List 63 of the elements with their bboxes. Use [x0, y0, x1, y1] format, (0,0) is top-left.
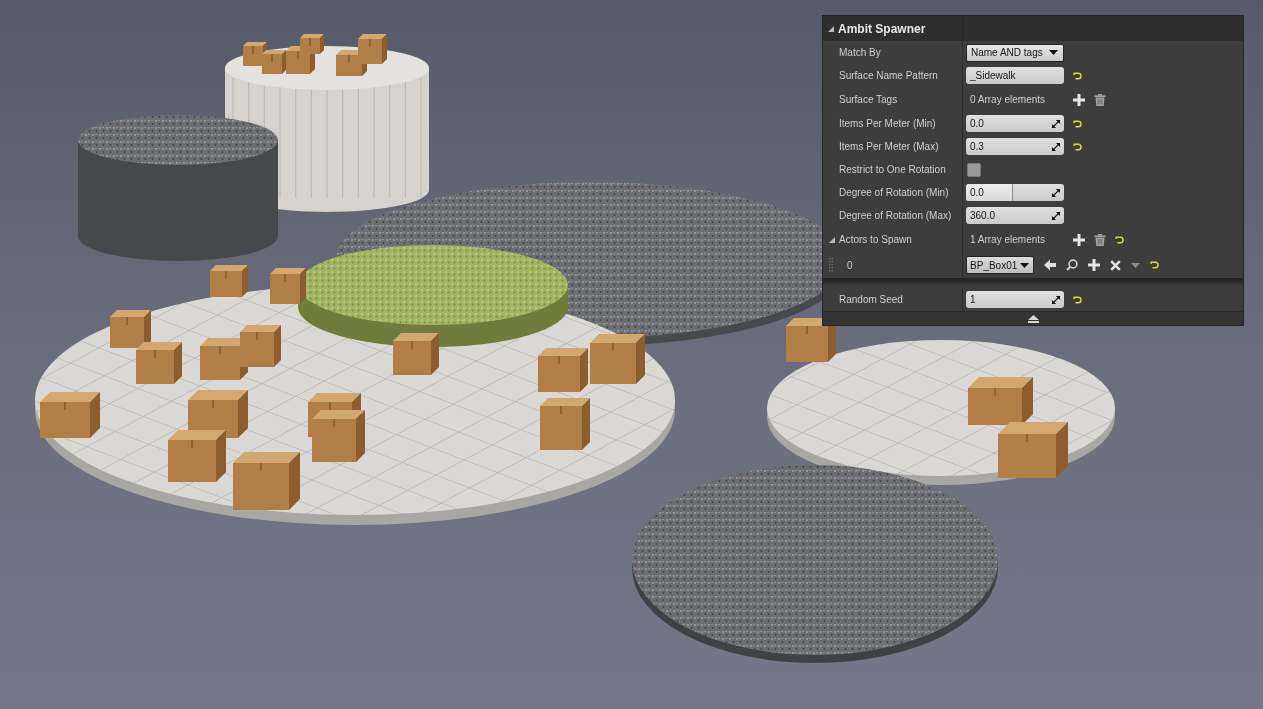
cardboard-box — [998, 422, 1068, 478]
dropdown[interactable]: Name AND tags — [966, 43, 1064, 62]
cardboard-box — [110, 310, 151, 348]
cardboard-box — [240, 325, 281, 367]
number-field[interactable]: 360.0 — [966, 207, 1064, 224]
cardboard-box — [233, 452, 300, 510]
number-field[interactable]: 0.0 — [966, 115, 1064, 132]
caret-icon[interactable] — [1048, 50, 1058, 55]
slider-fill[interactable] — [966, 184, 1014, 201]
property-label: Items Per Meter (Min) — [839, 118, 936, 129]
cardboard-box — [262, 50, 286, 74]
number-field[interactable]: 1 — [966, 291, 1064, 308]
plus-icon[interactable] — [1073, 233, 1085, 246]
checkbox[interactable] — [967, 162, 981, 177]
cardboard-box — [393, 333, 439, 375]
expand-arrow-icon[interactable] — [828, 25, 834, 32]
cardboard-box — [590, 334, 645, 384]
property-label: Surface Tags — [839, 94, 898, 105]
number-field[interactable]: 0.3 — [966, 138, 1064, 155]
cardboard-box — [270, 268, 306, 304]
grip-icon[interactable] — [829, 258, 833, 272]
panel-title: Ambit Spawner — [838, 21, 926, 36]
cardboard-box — [40, 392, 100, 438]
diagonal-arrows-icon[interactable] — [1052, 142, 1060, 151]
cross-icon[interactable] — [1110, 259, 1122, 271]
property-label: Random Seed — [839, 294, 903, 305]
array-count: 1 Array elements — [969, 234, 1047, 245]
diagonal-arrows-icon[interactable] — [1052, 119, 1060, 128]
cardboard-box — [538, 348, 588, 392]
property-label: Items Per Meter (Max) — [839, 141, 939, 152]
array-count: 0 Array elements — [969, 94, 1047, 105]
cardboard-box — [540, 398, 590, 450]
cardboard-box — [358, 34, 387, 64]
cardboard-box — [300, 34, 324, 54]
diagonal-arrows-icon[interactable] — [1052, 211, 1060, 220]
trash-icon[interactable] — [1094, 233, 1106, 246]
plus-icon[interactable] — [1088, 259, 1101, 271]
cardboard-box — [210, 265, 248, 297]
search-icon[interactable] — [1066, 259, 1079, 271]
property-label: Actors to Spawn — [839, 234, 912, 245]
property-label: Surface Name Pattern — [839, 70, 938, 81]
plus-icon[interactable] — [1073, 93, 1085, 106]
property-label: Degree of Rotation (Max) — [839, 210, 952, 221]
property-label: Match By — [839, 47, 881, 58]
up-triangle-icon[interactable] — [1027, 314, 1039, 323]
caret-icon[interactable] — [1020, 262, 1030, 268]
property-label: 0 — [847, 259, 853, 271]
slider-field[interactable]: 0.0 — [966, 184, 1064, 201]
cardboard-box — [136, 342, 182, 384]
asset-dropdown[interactable]: BP_Box01 — [966, 256, 1035, 274]
panel-header[interactable]: Ambit Spawner — [823, 16, 1243, 41]
cardboard-box — [312, 410, 365, 462]
diagonal-arrows-icon[interactable] — [1052, 188, 1060, 197]
text-field[interactable]: _Sidewalk — [966, 67, 1064, 84]
cardboard-box — [168, 430, 226, 482]
property-label: Restrict to One Rotation — [839, 164, 946, 175]
cardboard-box — [786, 318, 836, 362]
trash-icon[interactable] — [1094, 93, 1106, 106]
diagonal-arrows-icon[interactable] — [1052, 295, 1060, 304]
arrow-left-icon[interactable] — [1044, 259, 1057, 271]
property-label: Degree of Rotation (Min) — [839, 187, 949, 198]
expand-arrow-icon[interactable] — [829, 236, 835, 243]
cardboard-box — [968, 377, 1033, 425]
